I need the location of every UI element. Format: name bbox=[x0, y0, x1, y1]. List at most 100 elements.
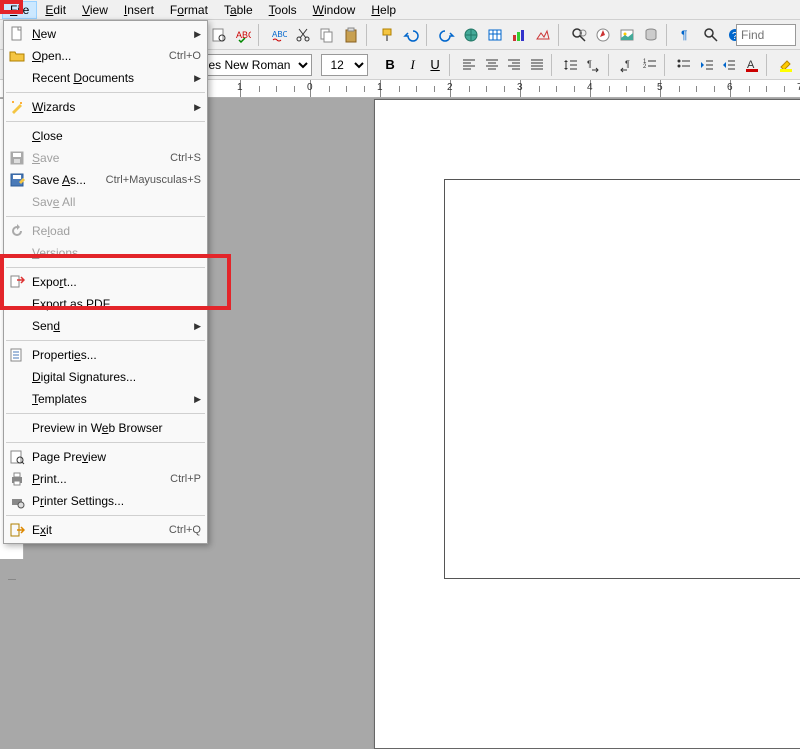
menu-item-save: SaveCtrl+S bbox=[4, 147, 207, 169]
menu-item-label: Export as PDF... bbox=[32, 297, 201, 311]
menu-item-label: Recent Documents bbox=[32, 71, 201, 85]
menu-item-label: Digital Signatures... bbox=[32, 370, 201, 384]
highlight-button[interactable] bbox=[775, 54, 796, 76]
justify-button[interactable] bbox=[526, 54, 547, 76]
print-icon bbox=[8, 470, 26, 488]
indent-less-button[interactable] bbox=[696, 54, 717, 76]
menu-item-printer-settings[interactable]: Printer Settings... bbox=[4, 490, 207, 512]
align-right-button[interactable] bbox=[504, 54, 525, 76]
menu-item-label: Save As... bbox=[32, 173, 106, 187]
cut-button[interactable] bbox=[292, 24, 314, 46]
menu-item-properties[interactable]: Properties... bbox=[4, 344, 207, 366]
menu-table[interactable]: Table bbox=[216, 1, 261, 19]
hyperlink-button[interactable] bbox=[460, 24, 482, 46]
menu-insert[interactable]: Insert bbox=[116, 1, 162, 19]
menu-item-digital-signatures[interactable]: Digital Signatures... bbox=[4, 366, 207, 388]
menu-item-send[interactable]: Send▶ bbox=[4, 315, 207, 337]
export-icon bbox=[8, 273, 26, 291]
italic-button[interactable]: I bbox=[402, 54, 423, 76]
find-replace-button[interactable] bbox=[568, 24, 590, 46]
file-menu-dropdown: New▶Open...Ctrl+ORecent Documents▶Wizard… bbox=[3, 20, 208, 544]
menu-item-close[interactable]: Close bbox=[4, 125, 207, 147]
pagepreview-icon bbox=[8, 448, 26, 466]
saveas-icon bbox=[8, 171, 26, 189]
bullets-button[interactable] bbox=[674, 54, 695, 76]
menu-item-label: Reload bbox=[32, 224, 201, 238]
menu-item-export[interactable]: Export... bbox=[4, 271, 207, 293]
menu-view[interactable]: View bbox=[74, 1, 116, 19]
data-sources-button[interactable] bbox=[640, 24, 662, 46]
menu-item-label: Templates bbox=[32, 392, 201, 406]
menu-item-reload: Reload bbox=[4, 220, 207, 242]
redo-button[interactable] bbox=[436, 24, 458, 46]
table-button[interactable] bbox=[484, 24, 506, 46]
menu-item-new[interactable]: New▶ bbox=[4, 23, 207, 45]
line-spacing-button[interactable] bbox=[561, 54, 582, 76]
autospell-button[interactable]: ABC bbox=[268, 24, 290, 46]
preview-button[interactable] bbox=[208, 24, 230, 46]
new-icon bbox=[8, 25, 26, 43]
svg-text:¶: ¶ bbox=[681, 28, 687, 42]
menu-shortcut: Ctrl+O bbox=[169, 50, 201, 62]
menu-item-label: Versions... bbox=[32, 246, 201, 260]
undo-button[interactable] bbox=[400, 24, 422, 46]
menu-item-print[interactable]: Print...Ctrl+P bbox=[4, 468, 207, 490]
ltr-button[interactable]: ¶ bbox=[583, 54, 604, 76]
submenu-arrow-icon: ▶ bbox=[194, 73, 201, 84]
menu-item-open[interactable]: Open...Ctrl+O bbox=[4, 45, 207, 67]
font-color-button[interactable]: A bbox=[741, 54, 762, 76]
gallery-button[interactable] bbox=[616, 24, 638, 46]
underline-button[interactable]: U bbox=[425, 54, 446, 76]
menu-item-preview-in-web-browser[interactable]: Preview in Web Browser bbox=[4, 417, 207, 439]
chart-button[interactable] bbox=[508, 24, 530, 46]
menu-item-label: Wizards bbox=[32, 100, 201, 114]
align-left-button[interactable] bbox=[459, 54, 480, 76]
spellcheck-button[interactable]: ABC bbox=[232, 24, 254, 46]
save-dis-icon bbox=[8, 149, 26, 167]
find-input[interactable] bbox=[736, 24, 796, 46]
menu-item-label: Save All bbox=[32, 195, 201, 209]
menu-item-templates[interactable]: Templates▶ bbox=[4, 388, 207, 410]
align-center-button[interactable] bbox=[481, 54, 502, 76]
menu-item-exit[interactable]: ExitCtrl+Q bbox=[4, 519, 207, 541]
indent-more-button[interactable] bbox=[719, 54, 740, 76]
submenu-arrow-icon: ▶ bbox=[194, 321, 201, 332]
zoom-button[interactable] bbox=[700, 24, 722, 46]
submenu-arrow-icon: ▶ bbox=[194, 29, 201, 40]
svg-text:¶: ¶ bbox=[587, 59, 592, 69]
paste-button[interactable] bbox=[340, 24, 362, 46]
text-frame[interactable] bbox=[444, 179, 800, 579]
numbering-button[interactable]: 12 bbox=[640, 54, 661, 76]
menu-item-save-as[interactable]: Save As...Ctrl+Mayusculas+S bbox=[4, 169, 207, 191]
nonprint-button[interactable]: ¶ bbox=[676, 24, 698, 46]
menu-item-label: Print... bbox=[32, 472, 170, 486]
show-draw-button[interactable] bbox=[532, 24, 554, 46]
menu-item-page-preview[interactable]: Page Preview bbox=[4, 446, 207, 468]
menu-item-label: Page Preview bbox=[32, 450, 201, 464]
svg-text:2: 2 bbox=[643, 64, 647, 70]
menu-item-recent-documents[interactable]: Recent Documents▶ bbox=[4, 67, 207, 89]
menu-bar: FileEditViewInsertFormatTableToolsWindow… bbox=[0, 0, 800, 20]
menu-window[interactable]: Window bbox=[305, 1, 364, 19]
format-paint-button[interactable] bbox=[376, 24, 398, 46]
bold-button[interactable]: B bbox=[380, 54, 401, 76]
menu-edit[interactable]: Edit bbox=[37, 1, 74, 19]
rtl-button[interactable]: ¶ bbox=[617, 54, 638, 76]
menu-item-label: Open... bbox=[32, 49, 169, 63]
submenu-arrow-icon: ▶ bbox=[194, 102, 201, 113]
menu-item-label: Export... bbox=[32, 275, 201, 289]
navigator-button[interactable] bbox=[592, 24, 614, 46]
reload-dis-icon bbox=[8, 222, 26, 240]
menu-item-wizards[interactable]: Wizards▶ bbox=[4, 96, 207, 118]
menu-tools[interactable]: Tools bbox=[261, 1, 305, 19]
menu-item-label: Exit bbox=[32, 523, 169, 537]
font-size-combo[interactable]: 12 bbox=[321, 54, 368, 76]
menu-file[interactable]: File bbox=[2, 1, 37, 19]
menu-help[interactable]: Help bbox=[363, 1, 404, 19]
menu-format[interactable]: Format bbox=[162, 1, 216, 19]
submenu-arrow-icon: ▶ bbox=[194, 394, 201, 405]
menu-item-label: Printer Settings... bbox=[32, 494, 201, 508]
menu-item-export-as-pdf[interactable]: Export as PDF... bbox=[4, 293, 207, 315]
copy-button[interactable] bbox=[316, 24, 338, 46]
wizard-icon bbox=[8, 98, 26, 116]
